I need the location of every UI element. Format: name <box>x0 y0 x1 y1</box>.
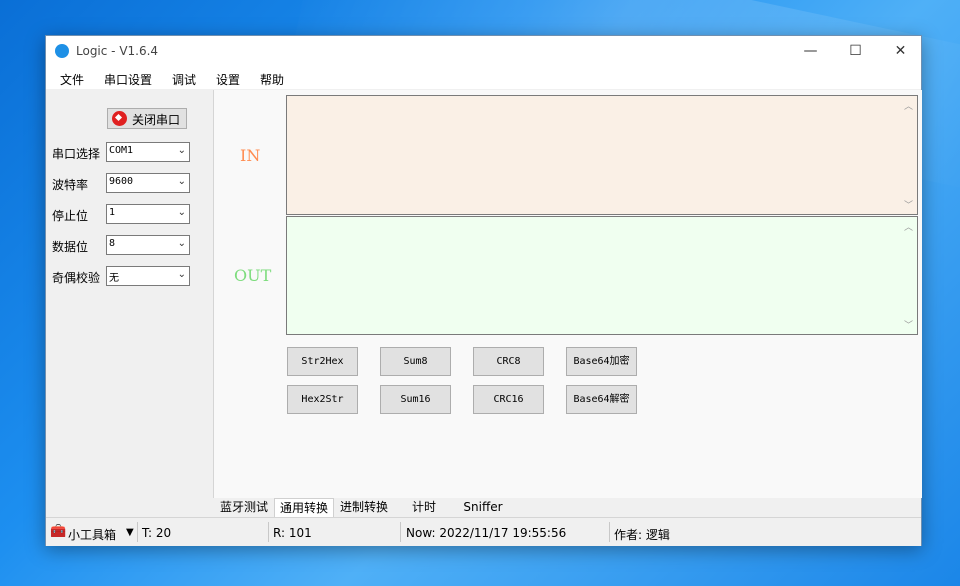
toolbox-icon[interactable]: 🧰 <box>50 524 66 539</box>
input-textbox[interactable]: ︿ ﹀ <box>286 95 918 215</box>
scroll-down-icon[interactable]: ﹀ <box>904 198 913 211</box>
menu-bar: 文件 串口设置 调试 设置 帮助 <box>46 67 921 89</box>
crc16-button[interactable]: CRC16 <box>473 385 544 414</box>
app-logo-icon <box>55 44 69 58</box>
menu-file[interactable]: 文件 <box>60 71 84 88</box>
scroll-up-icon[interactable]: ︿ <box>904 99 913 112</box>
chevron-down-icon: ⌄ <box>177 176 186 187</box>
minimize-button[interactable]: — <box>788 36 833 67</box>
close-button[interactable]: ✕ <box>878 36 923 67</box>
status-divider <box>400 522 401 542</box>
chevron-down-icon: ⌄ <box>177 269 186 280</box>
menu-debug[interactable]: 调试 <box>172 71 196 88</box>
status-divider <box>137 522 138 542</box>
menu-settings[interactable]: 设置 <box>216 71 240 88</box>
out-label: OUT <box>234 266 272 285</box>
stopbits-select[interactable]: 1 ⌄ <box>106 204 190 224</box>
rx-count: R: 101 <box>273 526 312 540</box>
scroll-down-icon[interactable]: ﹀ <box>904 318 913 331</box>
window-title: Logic - V1.6.4 <box>76 44 159 58</box>
stop-icon <box>112 111 127 126</box>
sum8-button[interactable]: Sum8 <box>380 347 451 376</box>
status-divider <box>268 522 269 542</box>
port-select[interactable]: COM1 ⌄ <box>106 142 190 162</box>
tab-base-conversion[interactable]: 进制转换 <box>334 498 394 517</box>
databits-select[interactable]: 8 ⌄ <box>106 235 190 255</box>
chevron-down-icon: ⌄ <box>177 238 186 249</box>
parity-label: 奇偶校验 <box>52 271 101 285</box>
scroll-up-icon[interactable]: ︿ <box>904 220 913 233</box>
port-label: 串口选择 <box>52 147 101 161</box>
tab-bluetooth-test[interactable]: 蓝牙测试 <box>214 498 274 517</box>
hex2str-button[interactable]: Hex2Str <box>287 385 358 414</box>
crc8-button[interactable]: CRC8 <box>473 347 544 376</box>
maximize-button[interactable]: ☐ <box>833 36 878 67</box>
tab-timer[interactable]: 计时 <box>394 498 454 517</box>
title-bar[interactable]: Logic - V1.6.4 — ☐ ✕ <box>46 36 921 67</box>
menu-serial-settings[interactable]: 串口设置 <box>104 71 152 88</box>
base64-decode-button[interactable]: Base64解密 <box>566 385 637 414</box>
port-value: COM1 <box>109 145 134 156</box>
current-time: Now: 2022/11/17 19:55:56 <box>406 526 567 540</box>
databits-value: 8 <box>109 238 116 249</box>
baud-value: 9600 <box>109 176 134 187</box>
stopbits-label: 停止位 <box>52 209 89 223</box>
base64-encode-button[interactable]: Base64加密 <box>566 347 637 376</box>
baud-select[interactable]: 9600 ⌄ <box>106 173 190 193</box>
toolbox-label[interactable]: 小工具箱 <box>68 526 116 543</box>
parity-select[interactable]: 无 ⌄ <box>106 266 190 286</box>
in-label: IN <box>240 146 261 165</box>
tx-count: T: 20 <box>142 526 172 540</box>
parity-value: 无 <box>109 273 119 284</box>
chevron-down-icon: ⌄ <box>177 207 186 218</box>
tab-sniffer[interactable]: Sniffer <box>454 498 512 517</box>
serial-config-panel: 关闭串口 串口选择 COM1 ⌄ 波特率 9600 ⌄ 停止位 1 ⌄ 数据位 … <box>46 90 213 516</box>
menu-help[interactable]: 帮助 <box>260 71 284 88</box>
sum16-button[interactable]: Sum16 <box>380 385 451 414</box>
author-label: 作者: 逻辑 <box>614 528 670 542</box>
tab-general-conversion[interactable]: 通用转换 <box>274 498 334 517</box>
chevron-down-icon: ⌄ <box>177 145 186 156</box>
app-window: Logic - V1.6.4 — ☐ ✕ 文件 串口设置 调试 设置 帮助 关闭… <box>45 35 922 546</box>
stopbits-value: 1 <box>109 207 116 218</box>
str2hex-button[interactable]: Str2Hex <box>287 347 358 376</box>
status-divider <box>609 522 610 542</box>
close-port-label: 关闭串口 <box>132 113 181 127</box>
status-bar: 🧰 小工具箱 ▼ T: 20 R: 101 Now: 2022/11/17 19… <box>46 517 921 546</box>
output-textbox[interactable]: ︿ ﹀ <box>286 216 918 335</box>
caret-down-icon[interactable]: ▼ <box>126 527 134 538</box>
baud-label: 波特率 <box>52 178 89 192</box>
close-port-button[interactable]: 关闭串口 <box>107 108 187 129</box>
databits-label: 数据位 <box>52 240 89 254</box>
